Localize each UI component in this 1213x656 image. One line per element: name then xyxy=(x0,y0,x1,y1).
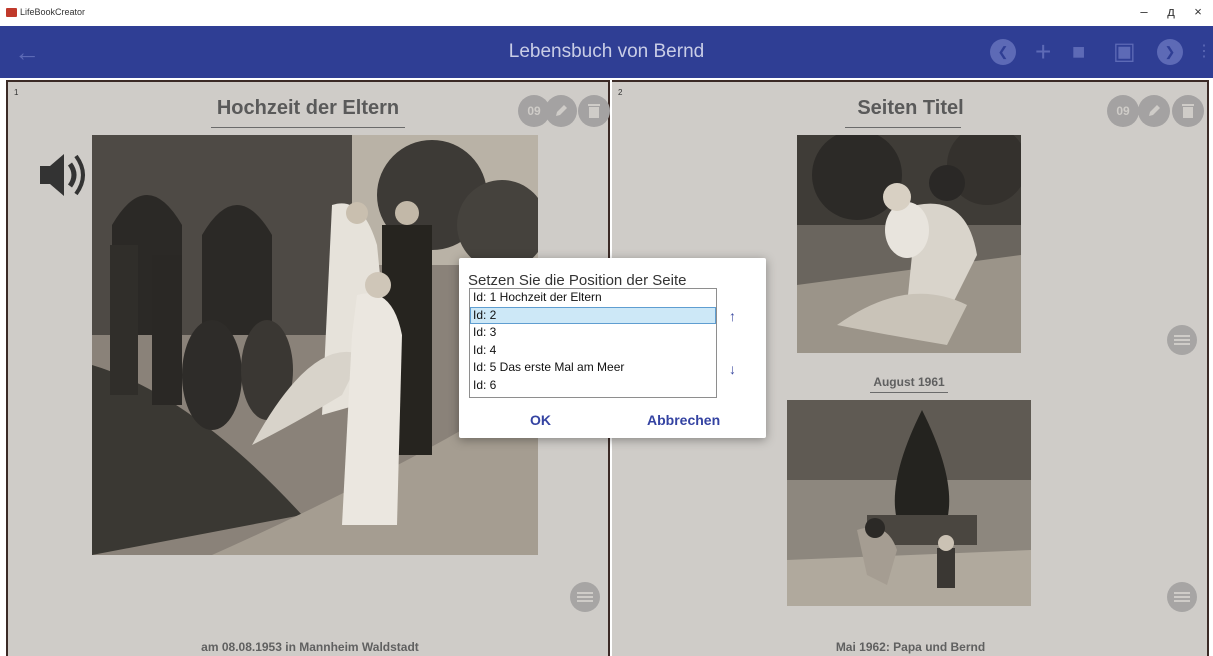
list-item-selected[interactable]: Id: 2 xyxy=(470,306,716,324)
trash-icon[interactable] xyxy=(1172,95,1204,127)
maximize-button[interactable]: д xyxy=(1156,4,1186,19)
caption-underline xyxy=(870,392,948,393)
page-menu-button-bottom[interactable] xyxy=(1167,582,1197,612)
minimize-button[interactable]: – xyxy=(1129,4,1159,19)
app-bar-title: Lebensbuch von Bernd xyxy=(508,41,705,62)
page-title[interactable]: Seiten Titel xyxy=(762,97,1059,120)
page-menu-button-top[interactable] xyxy=(1167,325,1197,355)
page-number: 1 xyxy=(14,88,19,97)
edit-icon[interactable] xyxy=(1138,95,1170,127)
close-button[interactable]: × xyxy=(1183,4,1213,19)
page-badge[interactable]: 09 xyxy=(1107,95,1139,127)
window-title: LifeBookCreator xyxy=(20,7,86,17)
app-icon xyxy=(6,8,17,17)
page-list[interactable]: Id: 1 Hochzeit der Eltern Id: 2 Id: 3 Id… xyxy=(469,288,717,398)
page-title[interactable]: Hochzeit der Eltern xyxy=(158,97,458,120)
move-down-arrow-icon[interactable]: ↓ xyxy=(729,361,736,377)
edit-icon[interactable] xyxy=(545,95,577,127)
next-icon[interactable]: ❯ xyxy=(1157,39,1183,65)
trash-icon[interactable] xyxy=(578,95,610,127)
delete-icon[interactable]: ■ xyxy=(1072,39,1085,65)
photo-caption: am 08.08.1953 in Mannheim Waldstadt xyxy=(201,640,419,654)
photo-caption-bottom: Mai 1962: Papa und Bernd xyxy=(835,640,986,654)
previous-icon[interactable]: ❮ xyxy=(990,39,1016,65)
more-icon[interactable]: ⋮ xyxy=(1196,39,1212,65)
window-titlebar: LifeBookCreator – д × xyxy=(0,0,1213,26)
list-item[interactable]: Id: 1 Hochzeit der Eltern xyxy=(470,289,716,307)
list-item[interactable]: Id: 6 xyxy=(470,377,716,395)
photo-caption-top: August 1961 xyxy=(873,375,945,389)
page-number: 2 xyxy=(618,88,623,97)
page-position-dialog: Setzen Sie die Position der Seite Id: 1 … xyxy=(459,258,766,438)
book-icon[interactable]: ▣ xyxy=(1113,39,1136,65)
list-item[interactable]: Id: 4 xyxy=(470,342,716,360)
list-item[interactable]: Id: 3 xyxy=(470,324,716,342)
dialog-title: Setzen Sie die Position der Seite xyxy=(468,272,687,289)
page-menu-button[interactable] xyxy=(570,582,600,612)
photo-father-son[interactable] xyxy=(787,400,1031,606)
app-bar: ← Lebensbuch von Bernd ❮ + ■ ▣ ❯ ⋮ xyxy=(0,26,1213,78)
move-up-arrow-icon[interactable]: ↑ xyxy=(729,308,736,324)
cancel-button[interactable]: Abbrechen xyxy=(647,412,720,428)
add-icon[interactable]: + xyxy=(1035,38,1051,66)
speaker-icon[interactable] xyxy=(38,152,90,203)
title-underline xyxy=(211,127,405,128)
title-underline xyxy=(845,127,961,128)
list-item[interactable]: Id: 5 Das erste Mal am Meer xyxy=(470,359,716,377)
ok-button[interactable]: OK xyxy=(530,412,551,428)
photo-mother-baby[interactable] xyxy=(797,135,1021,353)
